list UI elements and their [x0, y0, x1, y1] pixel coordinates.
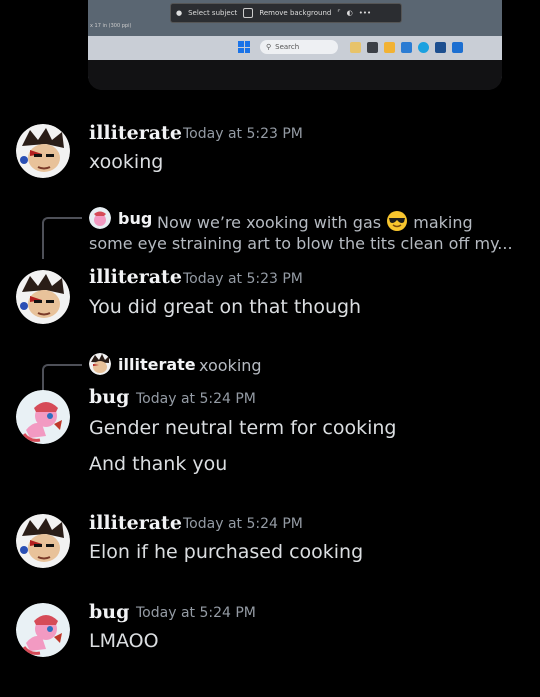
message[interactable]: bug Today at 5:24 PM Gender neutral term… — [0, 382, 540, 492]
avatar-bug-icon — [16, 603, 70, 657]
remove-background-label: Remove background — [259, 9, 332, 17]
reply-avatar[interactable] — [89, 207, 111, 229]
username[interactable]: bug — [89, 386, 129, 408]
message-text: And thank you — [89, 453, 228, 475]
avatar-bug-icon — [16, 390, 70, 444]
taskview-icon — [367, 42, 378, 53]
photo-taskbar-apps — [350, 42, 463, 53]
avatar-illiterate-icon — [16, 124, 70, 178]
search-icon: ⚲ — [266, 43, 272, 51]
timestamp: Today at 5:23 PM — [183, 126, 303, 142]
select-subject-label: Select subject — [188, 9, 238, 17]
mask-icon: ◐ — [346, 9, 353, 17]
person-icon: ● — [176, 9, 183, 17]
reply-username[interactable]: illiterate — [118, 355, 196, 374]
reply-username[interactable]: bug — [118, 209, 152, 228]
reply-text[interactable]: Now we’re xooking with gas making — [157, 210, 473, 232]
message[interactable]: illiterate Today at 5:24 PM Elon if he p… — [0, 508, 540, 588]
reply-text-line2[interactable]: some eye straining art to blow the tits … — [89, 234, 513, 253]
avatar[interactable] — [16, 603, 70, 657]
crop-icon: ⌜ — [337, 9, 341, 17]
username[interactable]: illiterate — [89, 122, 182, 144]
avatar[interactable] — [16, 124, 70, 178]
reply-connector — [42, 217, 82, 259]
reply-text-part2: making — [413, 213, 473, 232]
windows-start-icon — [238, 41, 250, 53]
avatar-illiterate-small-icon — [89, 353, 111, 375]
avatar[interactable] — [16, 390, 70, 444]
username[interactable]: illiterate — [89, 266, 182, 288]
timestamp: Today at 5:24 PM — [136, 605, 256, 621]
message-text: Gender neutral term for cooking — [89, 417, 397, 439]
store-icon — [435, 42, 446, 53]
avatar[interactable] — [16, 270, 70, 324]
monitor-bezel — [88, 60, 502, 90]
search-placeholder: Search — [275, 43, 300, 51]
more-label: ••• — [358, 9, 372, 17]
dell-icon — [452, 42, 463, 53]
photo-taskbar-search: ⚲ Search — [260, 40, 338, 54]
folder-icon — [384, 42, 395, 53]
avatar-illiterate-icon — [16, 514, 70, 568]
reply-avatar[interactable] — [89, 353, 111, 375]
message-text: xooking — [89, 151, 164, 173]
username[interactable]: bug — [89, 601, 129, 623]
image-attachment[interactable]: ● Select subject Remove background ⌜ ◐ •… — [88, 0, 502, 90]
reply-text-part1: Now we’re xooking with gas — [157, 213, 382, 232]
timestamp: Today at 5:23 PM — [183, 271, 303, 287]
timestamp: Today at 5:24 PM — [136, 391, 256, 407]
avatar-illiterate-icon — [16, 270, 70, 324]
message-text: LMAOO — [89, 630, 159, 652]
photo-status-text: x 17 in (300 ppi) — [90, 23, 132, 29]
username[interactable]: illiterate — [89, 512, 182, 534]
photo-toolbar: ● Select subject Remove background ⌜ ◐ •… — [170, 3, 402, 23]
message[interactable]: bug Today at 5:24 PM LMAOO — [0, 597, 540, 677]
message-text: You did great on that though — [89, 296, 362, 318]
word-icon — [401, 42, 412, 53]
message[interactable]: illiterate Today at 5:23 PM You did grea… — [0, 262, 540, 332]
avatar[interactable] — [16, 514, 70, 568]
reply-text[interactable]: xooking — [199, 356, 262, 375]
timestamp: Today at 5:24 PM — [183, 516, 303, 532]
message-text: Elon if he purchased cooking — [89, 541, 364, 563]
sunglasses-emoji-icon — [387, 211, 408, 231]
image-icon — [243, 8, 254, 18]
message[interactable]: illiterate Today at 5:23 PM xooking — [0, 118, 540, 198]
widget-icon — [350, 42, 361, 53]
avatar-bug-icon — [89, 207, 111, 229]
edge-icon — [418, 42, 429, 53]
